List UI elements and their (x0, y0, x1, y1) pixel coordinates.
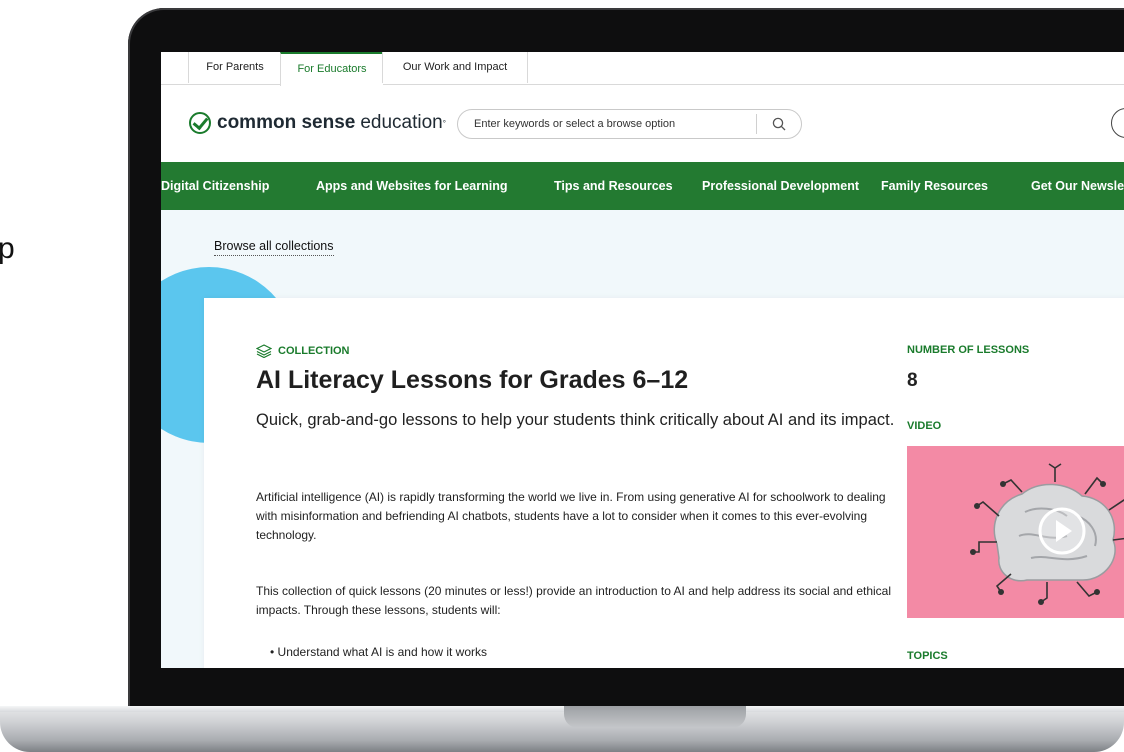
nav-tips-and-resources[interactable]: Tips and Resources (554, 162, 673, 210)
laptop-lip (0, 706, 1124, 712)
nav-family-resources[interactable]: Family Resources (881, 162, 988, 210)
topics-label: TOPICS (907, 650, 948, 662)
laptop-base (0, 706, 1124, 752)
tab-for-educators[interactable]: For Educators (280, 52, 383, 86)
intro-paragraph: Artificial intelligence (AI) is rapidly … (256, 490, 886, 542)
collection-card: COLLECTION AI Literacy Lessons for Grade… (204, 298, 1124, 668)
overview-paragraph: This collection of quick lessons (20 min… (256, 584, 892, 617)
brain-circuit-illustration (970, 463, 1124, 605)
search-input[interactable]: Enter keywords or select a browse option (457, 109, 802, 139)
account-button[interactable] (1111, 108, 1124, 138)
main-nav: Digital Citizenship Apps and Websites fo… (161, 162, 1124, 210)
logo-wordmark-light: education (360, 112, 443, 133)
search-divider (756, 114, 757, 134)
laptop-notch (564, 706, 746, 728)
video-label: VIDEO (907, 420, 942, 432)
collection-eyebrow: COLLECTION (256, 344, 350, 358)
tab-our-work-and-impact[interactable]: Our Work and Impact (382, 52, 528, 83)
nav-newsletter[interactable]: Get Our Newsle (1031, 162, 1124, 210)
video-thumbnail[interactable] (907, 446, 1124, 618)
search-placeholder: Enter keywords or select a browse option (474, 118, 676, 130)
audience-tabs: For Parents For Educators Our Work and I… (161, 52, 1124, 86)
tab-for-parents[interactable]: For Parents (188, 52, 281, 83)
nav-professional-development[interactable]: Professional Development (702, 162, 859, 210)
checkmark-circle-icon (189, 112, 211, 134)
collection-label: COLLECTION (278, 345, 350, 357)
browse-all-collections-link[interactable]: Browse all collections (214, 239, 334, 256)
page-subtitle: Quick, grab-and-go lessons to help your … (256, 411, 895, 429)
nav-apps-and-websites[interactable]: Apps and Websites for Learning (316, 162, 507, 210)
nav-digital-citizenship[interactable]: Digital Citizenship (161, 162, 269, 210)
list-item-text: Understand what AI is and how it works (277, 645, 487, 659)
laptop-screen: For Parents For Educators Our Work and I… (161, 52, 1124, 668)
header: common sense education ° Enter keywords … (161, 84, 1124, 162)
page-title: AI Literacy Lessons for Grades 6–12 (256, 366, 689, 394)
search-icon[interactable] (772, 117, 786, 131)
list-item: • Understand what AI is and how it works (270, 645, 487, 659)
layers-icon (256, 344, 272, 358)
site-logo[interactable]: common sense education ° (189, 108, 446, 138)
partial-background-text: p (0, 232, 15, 265)
lessons-count-value: 8 (907, 370, 918, 391)
play-icon[interactable] (1037, 506, 1087, 556)
logo-wordmark-bold: common sense (217, 112, 356, 133)
logo-mark: ° (442, 118, 446, 128)
lessons-count-label: NUMBER OF LESSONS (907, 344, 1030, 356)
